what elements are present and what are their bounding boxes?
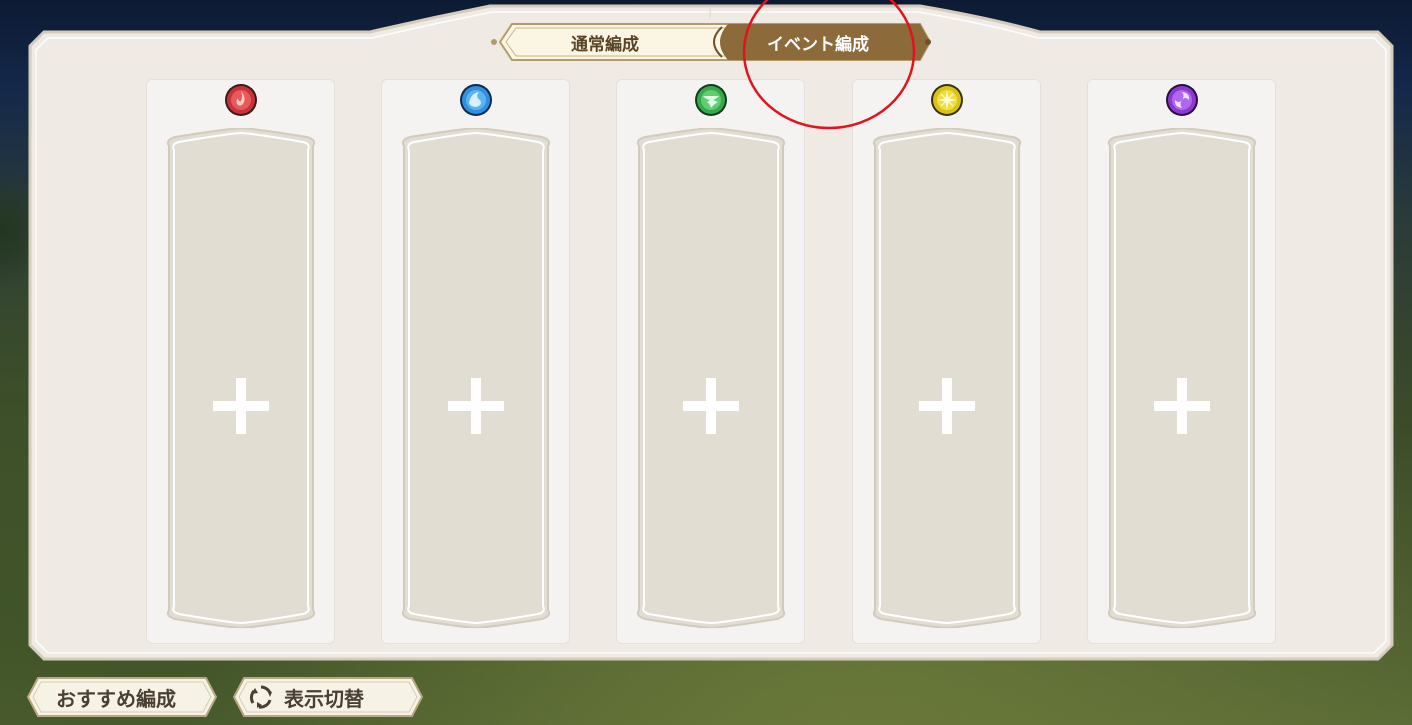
recommended-formation-label: おすすめ編成 <box>56 686 176 711</box>
tab-event-formation[interactable]: イベント編成 <box>728 19 908 65</box>
plus-icon <box>1154 378 1210 434</box>
light-icon <box>931 84 963 116</box>
refresh-icon <box>249 685 272 709</box>
plus-icon <box>448 378 504 434</box>
dark-icon <box>1166 84 1198 116</box>
add-character-slot-fire[interactable] <box>165 126 317 630</box>
party-slot-water <box>381 79 570 644</box>
party-slot-fire <box>146 79 335 644</box>
toggle-view-button[interactable]: 表示切替 <box>230 674 426 720</box>
party-slot-wind <box>616 79 805 644</box>
add-character-slot-water[interactable] <box>400 126 552 630</box>
plus-icon <box>919 378 975 434</box>
tab-normal-formation[interactable]: 通常編成 <box>520 19 690 65</box>
water-icon <box>460 84 492 116</box>
party-slot-dark <box>1087 79 1276 644</box>
plus-icon <box>213 378 269 434</box>
add-character-slot-light[interactable] <box>871 126 1023 630</box>
party-slot-light <box>852 79 1041 644</box>
party-formation-screen: 通常編成 イベント編成 おすすめ編成 表示切替 <box>0 0 1412 725</box>
add-character-slot-dark[interactable] <box>1106 126 1258 630</box>
plus-icon <box>683 378 739 434</box>
recommended-formation-button[interactable]: おすすめ編成 <box>24 674 220 720</box>
add-character-slot-wind[interactable] <box>635 126 787 630</box>
wind-icon <box>695 84 727 116</box>
fire-icon <box>225 84 257 116</box>
toggle-view-label: 表示切替 <box>284 686 364 711</box>
formation-tabs: 通常編成 イベント編成 <box>490 19 932 65</box>
